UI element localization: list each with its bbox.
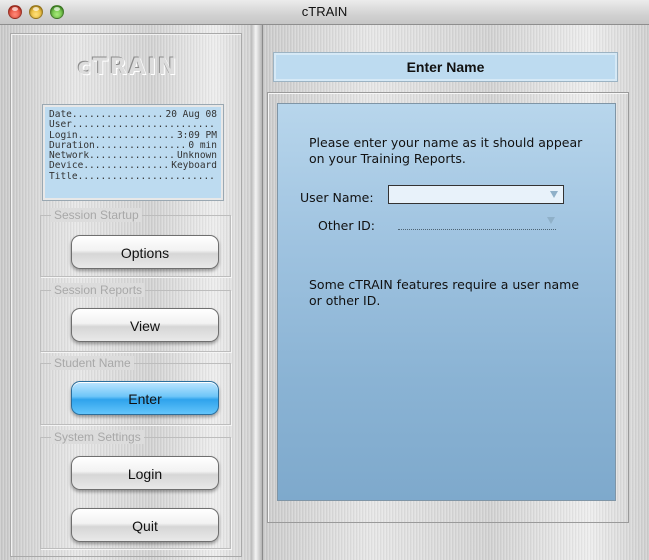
student-name-group: Student Name Enter — [40, 356, 231, 425]
session-info-panel: Date20 Aug 08 User Login3:09 PM Duration… — [43, 105, 223, 200]
app-logo: cTRAIN — [77, 55, 179, 80]
quit-button[interactable]: Quit — [71, 508, 219, 542]
info-row-device: DeviceKeyboard — [49, 161, 217, 171]
options-button[interactable]: Options — [71, 235, 219, 269]
session-startup-group: Session Startup Options — [40, 208, 231, 277]
user-name-combobox[interactable] — [388, 185, 564, 204]
info-row-login: Login3:09 PM — [49, 131, 217, 141]
system-settings-group: System Settings Login Quit — [40, 430, 231, 549]
prompt-text: Please enter your name as it should appe… — [309, 135, 583, 166]
window-title: cTRAIN — [301, 4, 348, 19]
view-reports-button[interactable]: View — [71, 308, 219, 342]
dropdown-arrow-icon[interactable] — [547, 217, 555, 224]
other-id-label: Other ID: — [318, 218, 375, 233]
session-reports-label: Session Reports — [51, 283, 146, 297]
login-button[interactable]: Login — [71, 456, 219, 490]
system-settings-label: System Settings — [51, 430, 144, 444]
session-startup-label: Session Startup — [51, 208, 142, 222]
student-name-label: Student Name — [51, 356, 134, 370]
session-reports-group: Session Reports View — [40, 283, 231, 352]
info-row-title: Title — [49, 172, 217, 182]
info-row-duration: Duration0 min — [49, 141, 217, 151]
other-id-combobox[interactable] — [398, 216, 556, 230]
user-name-label: User Name: — [300, 190, 374, 205]
info-row-user: User — [49, 120, 217, 130]
panel-title: Enter Name — [273, 52, 618, 82]
enter-name-button[interactable]: Enter — [71, 381, 219, 415]
app-window: cTRAIN cTRAIN Date20 Aug 08 User Login3:… — [0, 0, 649, 560]
info-row-date: Date20 Aug 08 — [49, 110, 217, 120]
requirement-note: Some cTRAIN features require a user name… — [309, 277, 580, 308]
title-bar[interactable]: cTRAIN — [0, 0, 649, 25]
pane-divider — [251, 25, 263, 560]
info-row-network: NetworkUnknown — [49, 151, 217, 161]
dropdown-arrow-icon[interactable] — [550, 191, 558, 198]
